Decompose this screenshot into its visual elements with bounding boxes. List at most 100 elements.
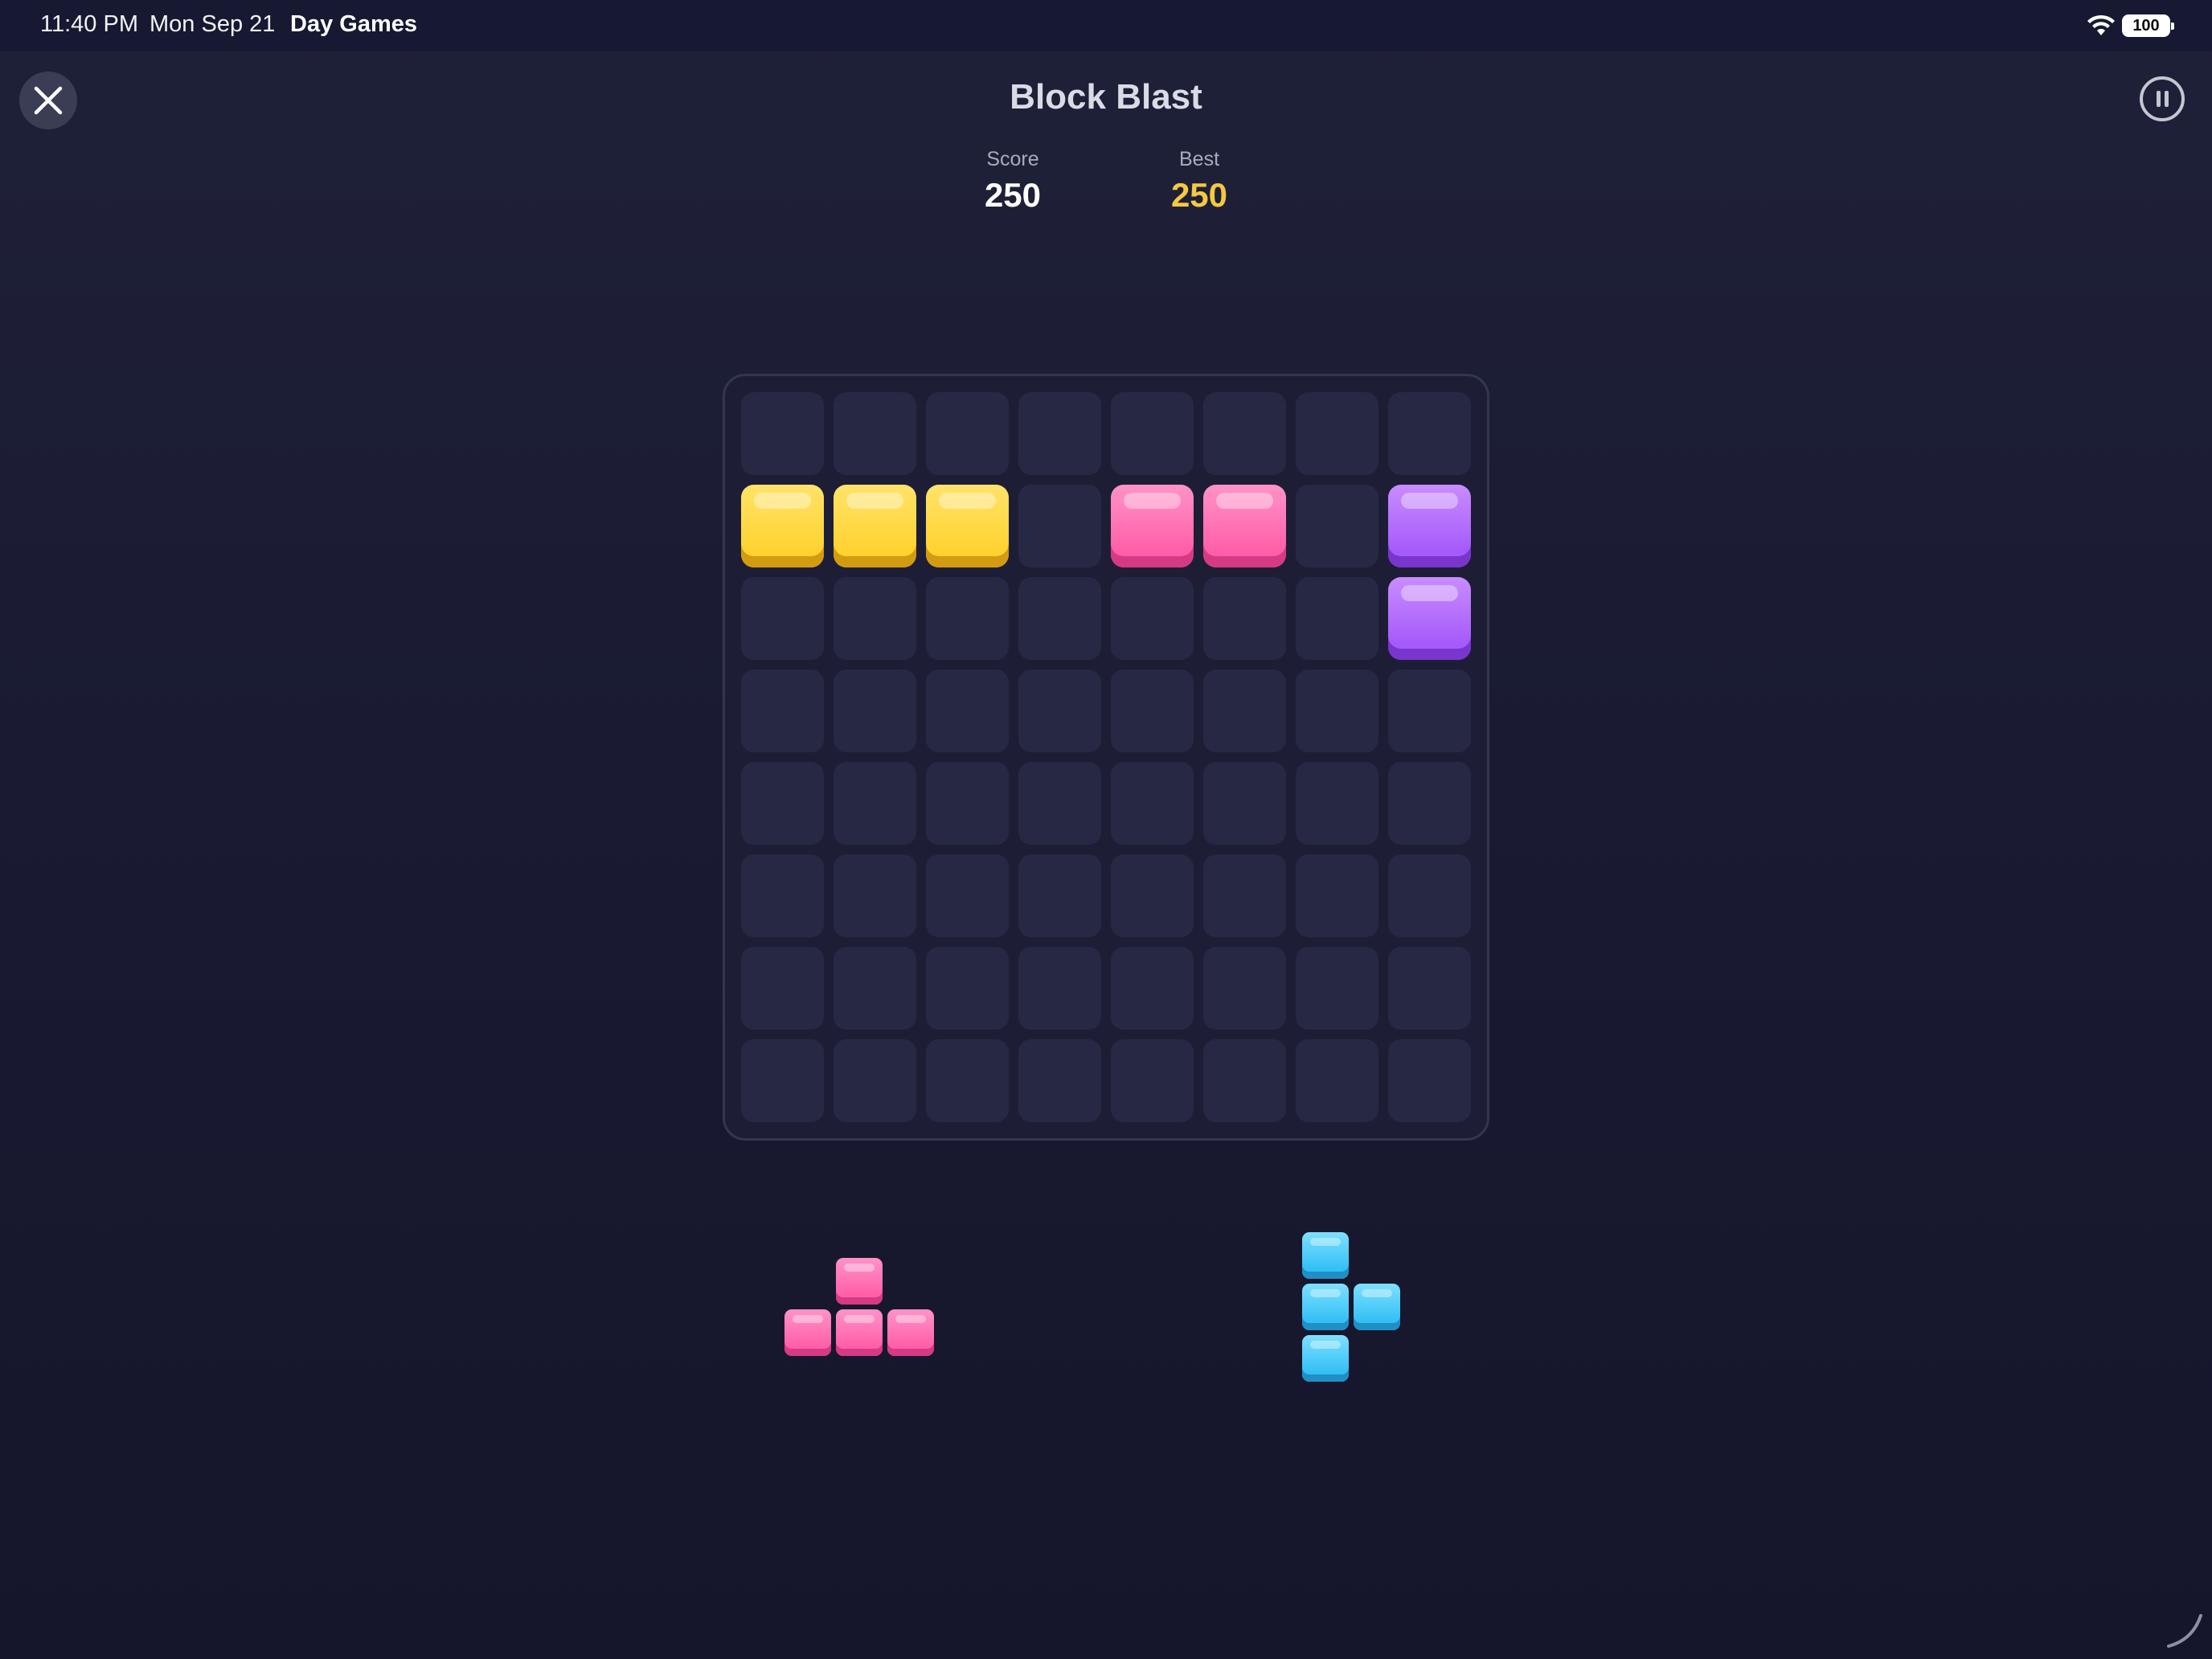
tray-block-pink: [836, 1309, 883, 1356]
board-cell[interactable]: [1018, 854, 1101, 937]
best-panel: Best 250: [1119, 146, 1280, 219]
block-shine: [1310, 1341, 1341, 1349]
tray-block-pink: [887, 1309, 934, 1356]
block-shine: [1124, 493, 1181, 509]
score-panel: Score 250: [932, 146, 1093, 219]
board-cell[interactable]: [741, 947, 824, 1030]
score-value: 250: [984, 176, 1042, 214]
block-shine: [1401, 585, 1458, 601]
board-cell[interactable]: [834, 670, 916, 752]
game-board[interactable]: [723, 374, 1489, 1141]
board-block-purple[interactable]: [1388, 485, 1471, 567]
board-cell[interactable]: [1296, 947, 1378, 1030]
board-cell[interactable]: [1388, 762, 1471, 845]
battery-level: 100: [2132, 17, 2160, 35]
board-cell[interactable]: [1203, 577, 1286, 660]
board-cell[interactable]: [926, 947, 1009, 1030]
tray-block-cyan: [1302, 1232, 1349, 1279]
board-cell[interactable]: [1296, 762, 1378, 845]
board-cell[interactable]: [1388, 947, 1471, 1030]
game-title: Block Blast: [1010, 77, 1202, 117]
close-button[interactable]: [19, 72, 77, 129]
board-cell[interactable]: [1203, 947, 1286, 1030]
status-time: 11:40 PM: [40, 11, 138, 37]
board-cell[interactable]: [1388, 670, 1471, 752]
board-cell[interactable]: [1018, 577, 1101, 660]
pause-button[interactable]: [2140, 76, 2185, 121]
board-cell[interactable]: [1296, 577, 1378, 660]
board-cell[interactable]: [834, 577, 916, 660]
board-cell[interactable]: [1018, 670, 1101, 752]
block-shine: [754, 493, 811, 509]
board-block-purple[interactable]: [1388, 577, 1471, 660]
board-cell[interactable]: [1203, 762, 1286, 845]
board-cell[interactable]: [1203, 670, 1286, 752]
board-cell[interactable]: [1111, 1039, 1194, 1122]
board-cell[interactable]: [1203, 392, 1286, 475]
board-cell[interactable]: [1296, 485, 1378, 567]
tray-block-cyan: [1302, 1335, 1349, 1382]
board-cell[interactable]: [1111, 762, 1194, 845]
tray-block-pink: [836, 1258, 883, 1305]
board-block-pink[interactable]: [1111, 485, 1194, 567]
tray-block-cyan: [1354, 1284, 1400, 1330]
block-shine: [1310, 1289, 1341, 1297]
board-cell[interactable]: [741, 854, 824, 937]
board-cell[interactable]: [926, 392, 1009, 475]
board-cell[interactable]: [1111, 577, 1194, 660]
board-cell[interactable]: [741, 762, 824, 845]
board-cell[interactable]: [1296, 854, 1378, 937]
board-cell[interactable]: [926, 577, 1009, 660]
board-cell[interactable]: [834, 762, 916, 845]
board-cell[interactable]: [1111, 392, 1194, 475]
board-cell[interactable]: [1018, 762, 1101, 845]
board-block-yellow[interactable]: [834, 485, 916, 567]
board-cell[interactable]: [1018, 485, 1101, 567]
block-shine: [939, 493, 996, 509]
board-block-pink[interactable]: [1203, 485, 1286, 567]
board-cell[interactable]: [926, 854, 1009, 937]
close-icon: [34, 86, 63, 115]
board-cell[interactable]: [1203, 854, 1286, 937]
board-cell[interactable]: [1111, 947, 1194, 1030]
board-cell[interactable]: [834, 854, 916, 937]
board-cell[interactable]: [1296, 1039, 1378, 1122]
status-bar: 11:40 PM Mon Sep 21 Day Games 100: [0, 0, 2212, 51]
block-shine: [1401, 493, 1458, 509]
board-cell[interactable]: [1203, 1039, 1286, 1122]
board-cell[interactable]: [926, 1039, 1009, 1122]
board-cell[interactable]: [926, 762, 1009, 845]
board-cell[interactable]: [1296, 670, 1378, 752]
block-shine: [793, 1315, 823, 1323]
board-cell[interactable]: [834, 1039, 916, 1122]
board-cell[interactable]: [1111, 854, 1194, 937]
best-label: Best: [1178, 148, 1220, 170]
board-cell[interactable]: [834, 947, 916, 1030]
board-cell[interactable]: [1296, 392, 1378, 475]
block-shine: [1216, 493, 1273, 509]
board-cell[interactable]: [1388, 854, 1471, 937]
board-block-yellow[interactable]: [741, 485, 824, 567]
board-cell[interactable]: [1388, 392, 1471, 475]
block-shine: [846, 493, 903, 509]
board-cell[interactable]: [1018, 1039, 1101, 1122]
board-cell[interactable]: [1388, 1039, 1471, 1122]
tray-block-pink: [784, 1309, 831, 1356]
score-label: Score: [986, 148, 1039, 170]
board-cell[interactable]: [741, 670, 824, 752]
board-cell[interactable]: [741, 577, 824, 660]
board-cell[interactable]: [1111, 670, 1194, 752]
board-cell[interactable]: [1018, 392, 1101, 475]
board-block-yellow[interactable]: [926, 485, 1009, 567]
board-cell[interactable]: [741, 392, 824, 475]
board-cell[interactable]: [926, 670, 1009, 752]
block-shine: [844, 1315, 875, 1323]
wifi-icon: [2087, 14, 2115, 35]
board-cell[interactable]: [1018, 947, 1101, 1030]
board-cell[interactable]: [741, 1039, 824, 1122]
board-cell[interactable]: [834, 392, 916, 475]
resize-grip-icon[interactable]: [2164, 1611, 2204, 1651]
block-shine: [895, 1315, 926, 1323]
block-shine: [1362, 1289, 1392, 1297]
tray-block-cyan: [1302, 1284, 1349, 1330]
